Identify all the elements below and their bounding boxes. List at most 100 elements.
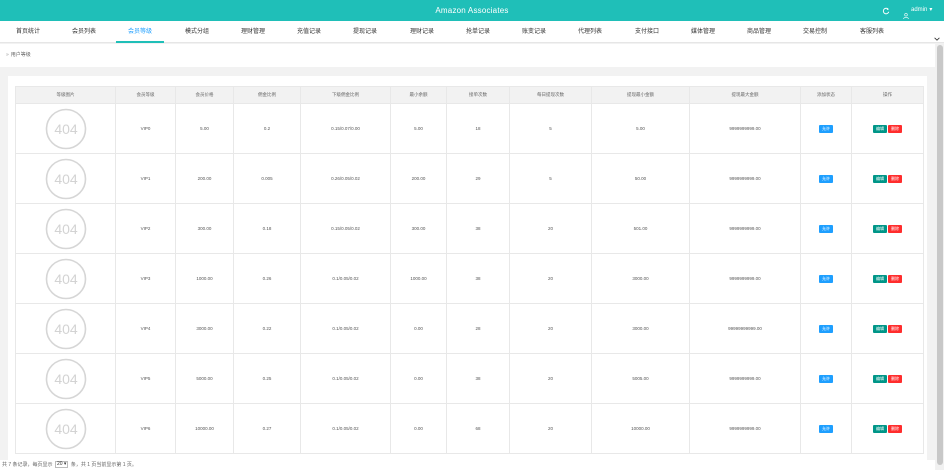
delete-button[interactable]: 删除 bbox=[888, 124, 902, 133]
cell-price: 3000.00 bbox=[175, 303, 234, 354]
level-image-cell: 404 bbox=[15, 153, 116, 204]
user-menu[interactable]: admin ▾ bbox=[903, 0, 932, 21]
tab-grab-orders[interactable]: 抢单记录 bbox=[466, 21, 490, 43]
pagination-summary: 共 7 条记录，每页显示 bbox=[2, 462, 53, 468]
tab-mode-groups[interactable]: 模式分组 bbox=[185, 21, 209, 43]
level-image: 404 bbox=[45, 258, 86, 299]
actions-cell: 编辑 删除 bbox=[851, 203, 924, 254]
username: admin bbox=[911, 7, 928, 13]
tab-products[interactable]: 商品管理 bbox=[747, 21, 771, 43]
cell-orders: 38 bbox=[446, 253, 510, 304]
cell-orders: 38 bbox=[446, 353, 510, 404]
cell-withdraw-max: 9999999999.00 bbox=[689, 103, 801, 154]
cell-commission: 0.27 bbox=[233, 403, 301, 454]
status-button[interactable]: 允许 bbox=[819, 424, 833, 433]
cell-withdraw-max: 9999999999.00 bbox=[689, 153, 801, 204]
column-header: 添加状态 bbox=[800, 86, 852, 104]
status-cell: 允许 bbox=[800, 353, 852, 404]
status-button[interactable]: 允许 bbox=[819, 224, 833, 233]
edit-button[interactable]: 编辑 bbox=[873, 124, 887, 133]
table-row: 404 VIP5 5000.00 0.25 0.1/0.05/0.02 0.00 38 20 5… bbox=[15, 353, 924, 404]
cell-level: VIP4 bbox=[115, 303, 176, 354]
tab-account-changes[interactable]: 账变记录 bbox=[522, 21, 546, 43]
column-header: 会员等级 bbox=[115, 86, 176, 104]
actions-cell: 编辑 删除 bbox=[851, 153, 924, 204]
tab-finance[interactable]: 理财管理 bbox=[241, 21, 265, 43]
edit-button[interactable]: 编辑 bbox=[873, 424, 887, 433]
cell-daily-withdraw: 20 bbox=[509, 303, 592, 354]
cell-orders: 18 bbox=[446, 103, 510, 154]
actions-cell: 编辑 删除 bbox=[851, 403, 924, 454]
status-cell: 允许 bbox=[800, 153, 852, 204]
column-header: 操作 bbox=[851, 86, 924, 104]
level-table: 等级图片 会员等级 会员价格 佣金比例 下级佣金比例 最小余额 接单次数 每日提… bbox=[15, 86, 924, 454]
tab-withdraw[interactable]: 提现记录 bbox=[353, 21, 377, 43]
column-header: 下级佣金比例 bbox=[300, 86, 391, 104]
status-button[interactable]: 允许 bbox=[819, 124, 833, 133]
tab-agents[interactable]: 代理列表 bbox=[578, 21, 602, 43]
delete-button[interactable]: 删除 bbox=[888, 174, 902, 183]
column-header: 佣金比例 bbox=[233, 86, 301, 104]
edit-button[interactable]: 编辑 bbox=[873, 324, 887, 333]
tab-member-levels[interactable]: 会员等级 bbox=[115, 21, 165, 43]
top-bar: Amazon Associates admin ▾ bbox=[0, 0, 944, 21]
status-cell: 允许 bbox=[800, 203, 852, 254]
status-button[interactable]: 允许 bbox=[819, 174, 833, 183]
cell-level: VIP5 bbox=[115, 353, 176, 404]
tab-trade-control[interactable]: 交易控制 bbox=[803, 21, 827, 43]
actions-cell: 编辑 删除 bbox=[851, 103, 924, 154]
edit-button[interactable]: 编辑 bbox=[873, 374, 887, 383]
cell-min-balance: 0.00 bbox=[390, 353, 447, 404]
cell-min-balance: 0.00 bbox=[390, 403, 447, 454]
cell-withdraw-min: 5005.00 bbox=[591, 353, 690, 404]
cell-withdraw-min: 10000.00 bbox=[591, 403, 690, 454]
level-image-cell: 404 bbox=[15, 353, 116, 404]
tab-dashboard[interactable]: 首页统计 bbox=[16, 21, 40, 43]
tab-finance-records[interactable]: 理财记录 bbox=[410, 21, 434, 43]
delete-button[interactable]: 删除 bbox=[888, 274, 902, 283]
level-image-cell: 404 bbox=[15, 403, 116, 454]
status-button[interactable]: 允许 bbox=[819, 374, 833, 383]
cell-withdraw-max: 99999999999.00 bbox=[689, 303, 801, 354]
tab-payment[interactable]: 支付接口 bbox=[635, 21, 659, 43]
tab-service[interactable]: 客服列表 bbox=[860, 21, 884, 43]
page-size-select[interactable]: 20 ▾ bbox=[54, 461, 69, 469]
breadcrumb-current[interactable]: 用户等级 bbox=[11, 52, 31, 58]
scrollbar-thumb[interactable] bbox=[937, 45, 943, 465]
cell-price: 1000.00 bbox=[175, 253, 234, 304]
delete-button[interactable]: 删除 bbox=[888, 424, 902, 433]
cell-daily-withdraw: 20 bbox=[509, 353, 592, 404]
column-header: 提现最大金额 bbox=[689, 86, 801, 104]
tab-members[interactable]: 会员列表 bbox=[72, 21, 96, 43]
cell-commission: 0.18 bbox=[233, 203, 301, 254]
chevron-down-icon[interactable] bbox=[934, 29, 940, 41]
cell-sub-commission: 0.1/0.05/0.02 bbox=[300, 303, 391, 354]
cell-commission: 0.2 bbox=[233, 103, 301, 154]
table-row: 404 VIP6 10000.00 0.27 0.1/0.05/0.02 0.00 68 20… bbox=[15, 403, 924, 454]
delete-button[interactable]: 删除 bbox=[888, 224, 902, 233]
level-image-cell: 404 bbox=[15, 103, 116, 154]
cell-level: VIP0 bbox=[115, 103, 176, 154]
tab-recharge[interactable]: 充值记录 bbox=[297, 21, 321, 43]
refresh-icon[interactable] bbox=[880, 5, 891, 16]
cell-commission: 0.22 bbox=[233, 303, 301, 354]
cell-orders: 28 bbox=[446, 303, 510, 354]
actions-cell: 编辑 删除 bbox=[851, 253, 924, 304]
edit-button[interactable]: 编辑 bbox=[873, 274, 887, 283]
delete-button[interactable]: 删除 bbox=[888, 374, 902, 383]
cell-min-balance: 300.00 bbox=[390, 203, 447, 254]
breadcrumb-separator: » bbox=[6, 52, 9, 58]
status-button[interactable]: 允许 bbox=[819, 274, 833, 283]
status-button[interactable]: 允许 bbox=[819, 324, 833, 333]
delete-button[interactable]: 删除 bbox=[888, 324, 902, 333]
cell-orders: 68 bbox=[446, 403, 510, 454]
cell-min-balance: 1000.00 bbox=[390, 253, 447, 304]
edit-button[interactable]: 编辑 bbox=[873, 224, 887, 233]
tab-media[interactable]: 媒体管理 bbox=[691, 21, 715, 43]
level-image: 404 bbox=[45, 358, 86, 399]
table-row: 404 VIP2 300.00 0.18 0.15/0.05/0.02 300.00 38 2… bbox=[15, 203, 924, 254]
column-header: 最小余额 bbox=[390, 86, 447, 104]
cell-daily-withdraw: 5 bbox=[509, 153, 592, 204]
cell-withdraw-min: 50.00 bbox=[591, 153, 690, 204]
edit-button[interactable]: 编辑 bbox=[873, 174, 887, 183]
